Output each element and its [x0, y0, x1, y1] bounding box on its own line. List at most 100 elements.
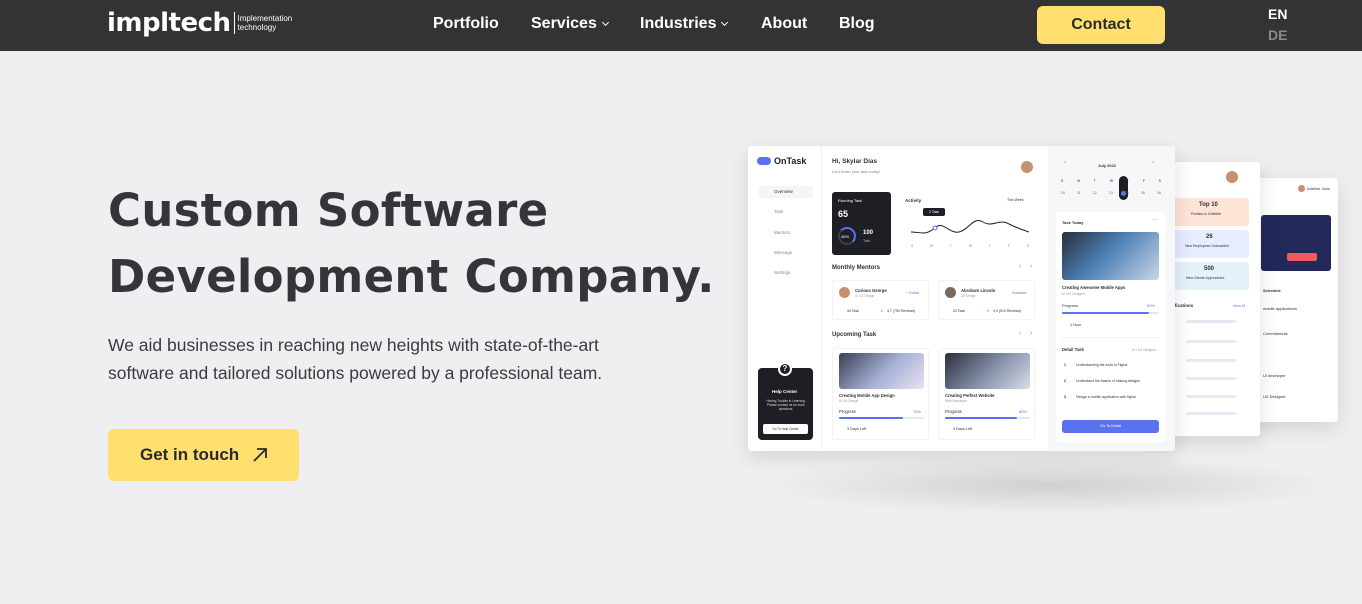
task-today-title: Task Today: [1062, 220, 1084, 225]
upcoming-task-card: Creating Mobile App Design UI UX Design …: [832, 348, 929, 440]
list-item: [1186, 412, 1236, 415]
running-task-label: Running Task: [838, 198, 863, 203]
running-task-value: 65: [838, 209, 849, 219]
nav-industries-label: Industries: [640, 15, 717, 32]
step-number: 1: [1064, 363, 1066, 367]
avatar: [1021, 161, 1033, 173]
lang-de-link[interactable]: DE: [1268, 27, 1287, 43]
nav-blog-label: Blog: [839, 15, 875, 32]
view-all-link: View All: [1233, 304, 1246, 308]
task-progress-value: 85%: [1019, 409, 1028, 414]
day-label: M: [930, 244, 934, 248]
contact-button[interactable]: Contact: [1037, 6, 1165, 44]
logo-wordmark: impltech: [107, 8, 231, 38]
mockup-greeting: Hi, Skylar Dias: [832, 158, 878, 165]
nav-portfolio-label: Portfolio: [433, 15, 499, 32]
far-schedule: Schedule: [1263, 288, 1281, 293]
toggle-icon: [757, 157, 771, 165]
nav-services[interactable]: Services: [531, 15, 609, 33]
mentor-card: Abraham Lincoln 3D Design Followed 32 Ta…: [938, 280, 1035, 320]
arrow-up-right-icon: [253, 448, 268, 462]
step-number: 2: [1064, 379, 1066, 383]
far-dark-panel: [1261, 215, 1331, 271]
detail-step: Design a mobile application with figma: [1076, 395, 1136, 399]
chevron-left-icon: ‹: [1019, 263, 1022, 270]
calendar-day: F: [1142, 179, 1145, 183]
nav-about[interactable]: About: [761, 15, 807, 33]
far-item: mobile applications: [1263, 306, 1298, 311]
calendar-dates: 10 11 12 13 14 15 16: [1061, 191, 1161, 195]
progress-track: [1062, 312, 1159, 314]
calendar-date: 15: [1140, 191, 1145, 195]
stat-value: Top 10: [1199, 202, 1218, 208]
task-today-role: UI /UX Designer: [1062, 292, 1086, 296]
progress-track: [839, 417, 924, 419]
detail-step: Understanding the tools in Figma: [1076, 363, 1128, 367]
task-today-progress-value: 90%: [1147, 303, 1156, 308]
upcoming-task-title: Upcoming Task: [832, 332, 877, 338]
activity-days: S M T W T F S: [911, 244, 1029, 248]
calendar-date: 16: [1157, 191, 1161, 195]
day-label: S: [1026, 244, 1029, 248]
hero-description: We aid businesses in reaching new height…: [108, 335, 603, 383]
help-center-panel: ? Help Center Having Trouble in Learning…: [758, 362, 813, 440]
list-item: [1186, 377, 1236, 380]
avatar: [1298, 185, 1305, 192]
progress-fill: [945, 417, 1018, 419]
nav-blog[interactable]: Blog: [839, 15, 875, 33]
go-to-detail-button: Go To Detail: [1062, 420, 1159, 433]
help-center-button: Go To Help Center: [763, 424, 808, 434]
nav-portfolio[interactable]: Portfolio: [433, 15, 499, 33]
task-today-name: Creating Awesome Mobile Apps: [1062, 285, 1126, 290]
chevron-down-icon: [601, 18, 609, 26]
mockup-card-dashboard: OnTask Overview Task Mentors Message Set…: [748, 146, 1175, 451]
task-today-card: Task Today ··· Creating Awesome Mobile A…: [1056, 212, 1166, 442]
sidebar-item-task: Task: [774, 209, 784, 214]
task-thumbnail: [945, 353, 1030, 389]
calendar-days: S M T W T F S: [1061, 179, 1161, 183]
more-icon: ···: [1152, 217, 1157, 223]
list-item: [1186, 395, 1236, 398]
day-label: S: [911, 244, 914, 248]
monthly-mentors-title: Monthly Mentors: [832, 265, 880, 271]
get-in-touch-button[interactable]: Get in touch: [108, 429, 299, 481]
progress-fill: [839, 417, 903, 419]
calendar-date: 12: [1092, 191, 1097, 195]
far-item: UX Designer: [1263, 394, 1286, 399]
activity-period: This Week: [1007, 198, 1024, 202]
far-item: Commitments: [1263, 331, 1288, 336]
star-icon: ★: [880, 308, 884, 313]
task-today-image: [1062, 232, 1159, 280]
activity-line-chart: [911, 220, 1029, 234]
list-item: [1186, 340, 1236, 343]
mockup-greeting-sub: Let's finish your task today!: [832, 169, 881, 174]
nav-industries[interactable]: Industries: [640, 15, 729, 33]
calendar-day: S: [1158, 179, 1161, 183]
upcoming-task-card: Creating Perfect Website Web Developer P…: [938, 348, 1035, 440]
day-label: T: [949, 244, 952, 248]
stat-label: Position in Dribbble: [1191, 212, 1222, 216]
task-time-left: 4 Days Left: [953, 427, 973, 431]
stat-label: New Employees Onboarded: [1185, 244, 1229, 248]
detail-step: Understand the basics of making designs: [1076, 379, 1141, 383]
mentor-tasks: 32 Task: [953, 309, 965, 313]
task-thumbnail: [839, 353, 924, 389]
lang-en-link[interactable]: EN: [1268, 6, 1287, 22]
chevron-down-icon: [721, 18, 729, 26]
day-label: F: [1007, 244, 1010, 248]
calendar-selected-day: [1119, 176, 1128, 200]
mockup-shadow: [760, 455, 1340, 515]
mentor-role: 3D Design: [961, 294, 976, 298]
chevron-left-icon: ‹: [1064, 160, 1066, 166]
sidebar-item-mentors: Mentors: [774, 230, 791, 235]
logo[interactable]: impltech Implementation technology: [107, 8, 292, 38]
calendar-date: 10: [1061, 191, 1065, 195]
step-number: 3: [1064, 395, 1066, 399]
task-time-left: 3 Days Left: [847, 427, 867, 431]
mockup-card-stats: Top 10 Position in Dribbble 26 New Emplo…: [1160, 162, 1260, 436]
far-item: UI developer: [1263, 373, 1286, 378]
logo-tagline: Implementation technology: [238, 14, 293, 32]
help-center-title: Help Center: [772, 389, 798, 394]
hero-title: Custom Software Development Company.: [108, 178, 728, 310]
stat-value: 500: [1204, 266, 1215, 272]
